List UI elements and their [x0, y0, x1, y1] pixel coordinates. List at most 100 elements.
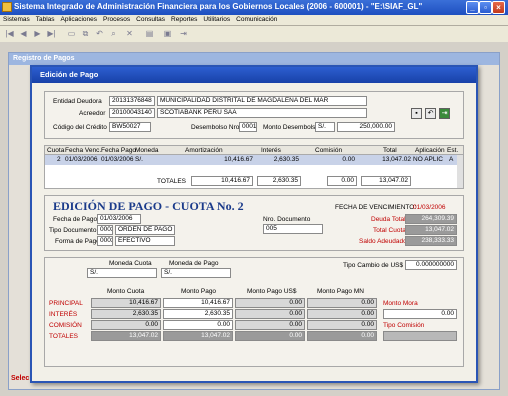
cell-est: A — [449, 156, 454, 163]
menu-aplicaciones[interactable]: Aplicaciones — [58, 15, 101, 24]
total-cuota-label: Total Cuota — [373, 227, 406, 234]
close-icon[interactable]: × — [492, 1, 505, 14]
prev-record-icon[interactable]: ◀ — [18, 28, 29, 39]
codigo-credito-field[interactable]: BW50027 — [109, 122, 151, 132]
principal-monto-pago[interactable]: 10,416.67 — [163, 298, 233, 308]
total-comision: 0.00 — [327, 176, 357, 186]
moneda-cuota-field[interactable]: S/. — [87, 268, 157, 278]
undo-icon[interactable]: ↶ — [425, 108, 436, 119]
menu-comunicacion[interactable]: Comunicación — [233, 15, 280, 24]
acreedor-code-field[interactable]: 20100043140 — [109, 108, 155, 118]
exit-icon[interactable]: ⇥ — [178, 28, 189, 39]
find-icon[interactable]: ⌕ — [108, 28, 119, 39]
acreedor-name-field[interactable]: SCOTIABANK PERU SAA — [157, 108, 367, 118]
interes-monto-usd[interactable]: 0.00 — [235, 309, 305, 319]
cell-comision: 0.00 — [342, 156, 355, 163]
menu-sistemas[interactable]: Sistemas — [0, 15, 33, 24]
cell-amortizacion: 10,416.67 — [224, 156, 253, 163]
forma-pago-code[interactable]: 0003 — [97, 236, 113, 246]
cell-aplicacion: NO APLIC — [413, 156, 443, 163]
fecha-pago-field[interactable]: 01/03/2006 — [97, 214, 141, 224]
monto-desembolso-field[interactable]: 250,000.00 — [337, 122, 395, 132]
save-icon[interactable]: ▣ — [162, 28, 173, 39]
copy-icon[interactable]: ⧉ — [80, 28, 91, 39]
menu-consultas[interactable]: Consultas — [133, 15, 168, 24]
menu-procesos[interactable]: Procesos — [100, 15, 133, 24]
total-interes: 2,630.35 — [257, 176, 301, 186]
toolbar: |◀ ◀ ▶ ▶| ▭ ⧉ ↶ ⌕ ✕ ▤ ▣ ⇥ — [0, 26, 508, 42]
col-amortizacion: Amortización — [185, 147, 223, 154]
tipo-documento-name[interactable]: ORDEN DE PAGO — [115, 225, 175, 235]
delete-icon[interactable]: ✕ — [124, 28, 135, 39]
row-totales-label: TOTALES — [49, 333, 79, 340]
next-record-icon[interactable]: ▶ — [32, 28, 43, 39]
menu-reportes[interactable]: Reportes — [168, 15, 200, 24]
col-total: Total — [383, 147, 397, 154]
monto-mora-label: Monto Mora — [383, 300, 418, 307]
save-icon[interactable]: ▪ — [411, 108, 422, 119]
menu-utilitarios[interactable]: Utilitarios — [200, 15, 233, 24]
deuda-total-label: Deuda Total — [371, 216, 406, 223]
grid-scrollbar[interactable] — [457, 155, 463, 188]
maximize-icon[interactable]: ▫ — [479, 1, 492, 14]
monto-currency-field[interactable]: S/. — [315, 122, 335, 132]
minimize-icon[interactable]: _ — [466, 1, 479, 14]
installments-grid: Cuota Fecha Venc. Fecha Pago Moneda Amor… — [44, 145, 464, 189]
principal-monto-usd[interactable]: 0.00 — [235, 298, 305, 308]
first-record-icon[interactable]: |◀ — [4, 28, 15, 39]
moneda-cuota-label: Moneda Cuota — [109, 260, 152, 267]
print-icon[interactable]: ▤ — [144, 28, 155, 39]
totales-monto-pago: 13,047.02 — [163, 331, 233, 341]
table-row[interactable]: 2 01/03/2006 01/03/2006 S/. 10,416.67 2,… — [45, 155, 457, 165]
background-window-label: Selec — [11, 375, 30, 382]
undo-icon[interactable]: ↶ — [94, 28, 105, 39]
col-cuota: Cuota — [47, 147, 65, 154]
comision-monto-usd[interactable]: 0.00 — [235, 320, 305, 330]
nro-documento-field[interactable]: 005 — [263, 224, 323, 234]
moneda-pago-field[interactable]: S/. — [161, 268, 231, 278]
deuda-total-field: 264,309.39 — [405, 214, 457, 224]
edit-heading: EDICIÓN DE PAGO - CUOTA No. 2 — [53, 199, 244, 213]
total-cuota-field: 13,047.02 — [405, 225, 457, 235]
comision-monto-pago[interactable]: 0.00 — [163, 320, 233, 330]
cell-total: 13,047.02 — [382, 156, 411, 163]
edit-payment-dialog: Edición de Pago Entidad Deudora 20131376… — [30, 65, 478, 383]
moneda-pago-label: Moneda de Pago — [169, 260, 219, 267]
last-record-icon[interactable]: ▶| — [46, 28, 57, 39]
tipo-comision-label: Tipo Comisión — [383, 322, 425, 329]
exit-icon[interactable]: ⇥ — [439, 108, 450, 119]
col-interes: Interés — [261, 147, 281, 154]
dialog-title: Edición de Pago — [32, 67, 476, 83]
menu-bar: Sistemas Tablas Aplicaciones Procesos Consul… — [0, 15, 508, 26]
principal-monto-mn[interactable]: 0.00 — [307, 298, 377, 308]
interes-monto-cuota: 2,630.35 — [91, 309, 161, 319]
desembolso-field[interactable]: 0001 — [239, 122, 257, 132]
cell-fecha-pago: 01/03/2006 — [101, 156, 134, 163]
cell-cuota: 2 — [57, 156, 61, 163]
menu-tablas[interactable]: Tablas — [33, 15, 58, 24]
nro-documento-label: Nro. Documento — [263, 216, 311, 223]
deudora-code-field[interactable]: 20131376848 — [109, 96, 155, 106]
col-fecha-venc: Fecha Venc. — [65, 147, 102, 154]
comision-monto-mn[interactable]: 0.00 — [307, 320, 377, 330]
tipo-cambio-field[interactable]: 0.000000000 — [405, 260, 457, 270]
tipo-documento-code[interactable]: 0003 — [97, 225, 113, 235]
codigo-credito-label: Código del Crédito — [53, 124, 107, 131]
new-document-icon[interactable]: ▭ — [66, 28, 77, 39]
interes-monto-mn[interactable]: 0.00 — [307, 309, 377, 319]
hdr-monto-pago: Monto Pago — [181, 288, 217, 295]
cell-fecha-venc: 01/03/2006 — [65, 156, 98, 163]
col-comision: Comisión — [315, 147, 343, 154]
monto-mora-field[interactable]: 0.00 — [383, 309, 457, 319]
amounts-panel: Moneda Cuota S/. Moneda de Pago S/. Tipo… — [44, 257, 464, 367]
fecha-pago-label: Fecha de Pago — [53, 216, 98, 223]
interes-monto-pago[interactable]: 2,630.35 — [163, 309, 233, 319]
tipo-documento-label: Tipo Documento — [49, 227, 97, 234]
tipo-cambio-label: Tipo Cambio de US$ — [343, 262, 404, 269]
tipo-comision-field[interactable] — [383, 331, 457, 341]
deudora-name-field[interactable]: MUNICIPALIDAD DISTRITAL DE MAGDALENA DEL… — [157, 96, 367, 106]
forma-pago-name[interactable]: EFECTIVO — [115, 236, 175, 246]
col-aplicacion: Aplicación — [415, 147, 445, 154]
app-title: Sistema Integrado de Administración Fina… — [14, 2, 423, 11]
row-principal-label: PRINCIPAL — [49, 300, 83, 307]
